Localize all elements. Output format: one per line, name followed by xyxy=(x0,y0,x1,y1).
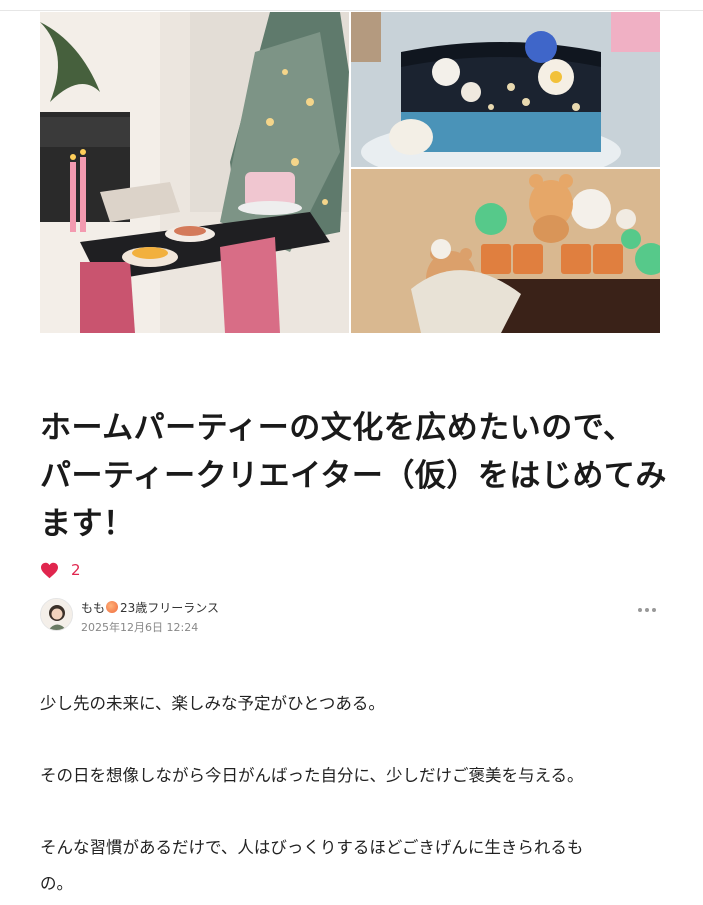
author-avatar[interactable] xyxy=(40,598,73,631)
like-count: 2 xyxy=(71,561,81,579)
paragraph-3-line-2: の。 xyxy=(40,874,73,893)
hero-image-baby-cake xyxy=(351,169,660,333)
author-name[interactable]: もも 23歳フリーランス xyxy=(81,599,219,616)
author-row: もも 23歳フリーランス 2025年12月6日 12:24 xyxy=(40,598,660,634)
article-title: ホームパーティーの文化を広めたいので、 パーティークリエイター（仮）をはじめてみ… xyxy=(40,404,667,548)
hero-image-black-cake xyxy=(351,12,660,167)
author-name-prefix: もも xyxy=(81,601,106,615)
article-title-line-3: ます！ xyxy=(40,506,135,542)
heart-icon[interactable] xyxy=(40,562,59,579)
article-title-line-2: パーティークリエイター（仮）をはじめてみ xyxy=(40,458,667,494)
top-divider xyxy=(0,0,703,11)
like-button[interactable]: 2 xyxy=(40,558,81,582)
more-dots-icon[interactable] xyxy=(636,600,658,620)
peach-icon xyxy=(106,601,119,613)
paragraph-3-line-1: そんな習慣があるだけで、人はびっくりするほどごきげんに生きられるも xyxy=(40,838,584,857)
publish-date: 2025年12月6日 12:24 xyxy=(81,621,199,634)
hero-image-collage xyxy=(40,12,660,333)
article-title-line-1: ホームパーティーの文化を広めたいので、 xyxy=(40,410,635,446)
paragraph-3: そんな習慣があるだけで、人はびっくりするほどごきげんに生きられるも の。 xyxy=(40,830,660,902)
paragraph-2: その日を想像しながら今日がんばった自分に、少しだけご褒美を与える。 xyxy=(40,766,584,785)
author-name-suffix: 23歳フリーランス xyxy=(120,601,220,615)
hero-image-party-table xyxy=(40,12,349,333)
paragraph-1: 少し先の未来に、楽しみな予定がひとつある。 xyxy=(40,694,385,713)
